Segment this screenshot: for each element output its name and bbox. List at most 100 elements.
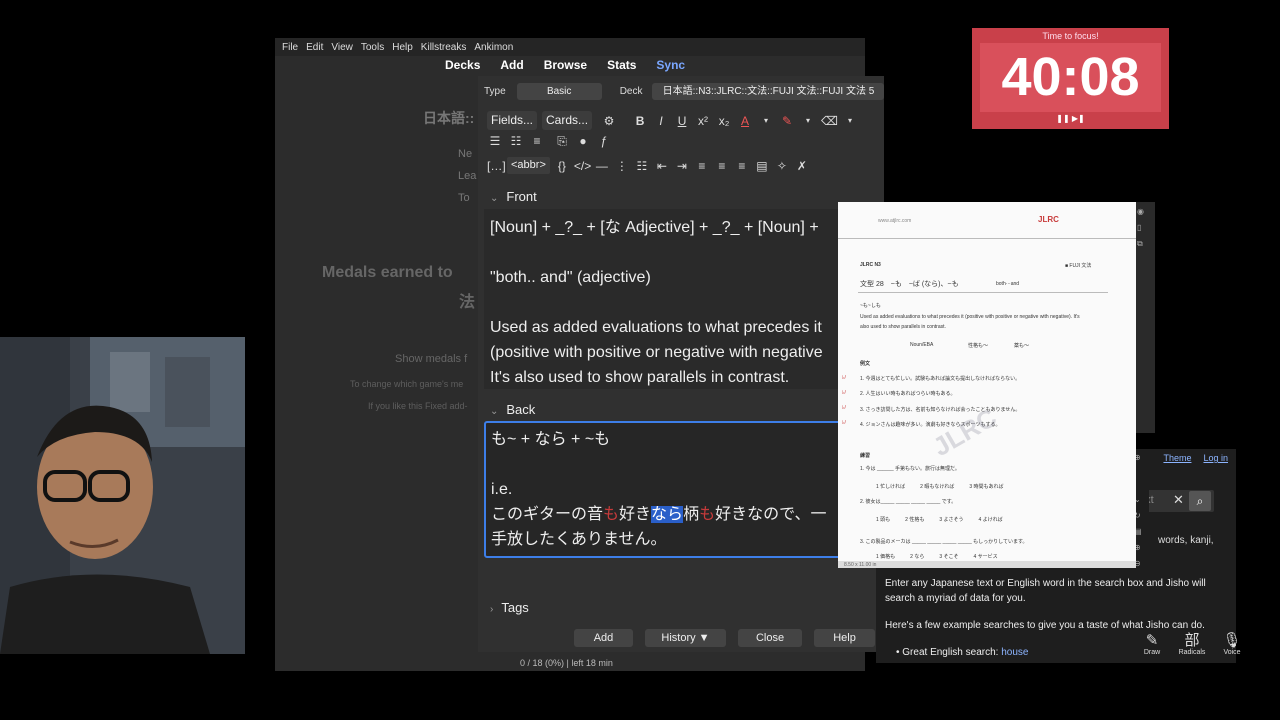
- toolbar-browse[interactable]: Browse: [544, 58, 587, 72]
- magic-icon[interactable]: ✧: [774, 159, 790, 173]
- superscript-icon[interactable]: x²: [695, 114, 711, 128]
- menu-ankimon[interactable]: Ankimon: [474, 42, 513, 53]
- gear-icon[interactable]: ⚙: [601, 114, 617, 128]
- chevron-down-icon[interactable]: ▾: [800, 116, 816, 125]
- pdf-example: 3. さっき訪問した方は、名前も知らなければ会ったこともありません。: [860, 407, 1021, 413]
- indent-icon[interactable]: ⇥: [674, 159, 690, 173]
- search-icon[interactable]: ⌕: [1189, 491, 1211, 511]
- back-field-editor[interactable]: も~ + なら + ~も i.e. このギターの音も好きなら柄も好きなので、一 …: [484, 421, 884, 558]
- voice-button[interactable]: 🎙 Voice: [1218, 632, 1246, 657]
- note-type-button[interactable]: Basic: [516, 83, 602, 100]
- menu-help[interactable]: Help: [392, 42, 413, 53]
- menu-edit[interactable]: Edit: [306, 42, 323, 53]
- chevron-right-icon[interactable]: ›: [490, 604, 493, 615]
- align-center-icon[interactable]: ≡: [694, 159, 710, 173]
- help-button[interactable]: Help: [814, 629, 875, 647]
- cards-button[interactable]: Cards...: [542, 111, 593, 130]
- pdf-annotation: ﾚ/: [842, 390, 846, 396]
- example-link[interactable]: house: [1001, 647, 1028, 658]
- chevron-down-icon[interactable]: ⌄: [490, 193, 498, 204]
- subscript-icon[interactable]: x₂: [716, 114, 732, 128]
- bullet-list-icon[interactable]: ☰: [487, 134, 503, 149]
- align-left-icon[interactable]: ≡: [714, 159, 730, 173]
- bold-icon[interactable]: B: [632, 114, 648, 128]
- menu-view[interactable]: View: [331, 42, 353, 53]
- pdf-annotation: ﾚ/: [842, 405, 846, 411]
- close-button[interactable]: Close: [738, 629, 802, 647]
- chevron-down-icon[interactable]: ⌄: [490, 406, 498, 417]
- sentence-particle: も: [699, 506, 716, 523]
- code-icon[interactable]: </>: [574, 159, 591, 173]
- mic-icon[interactable]: ●: [575, 134, 591, 149]
- pdf-example: 1. 今週はとても忙しい。試験もあれば論文も提出しなければならない。: [860, 376, 1021, 382]
- dialog-buttons: Add History ▼ Close Help: [574, 629, 875, 647]
- radicals-button[interactable]: 部 Radicals: [1178, 633, 1206, 657]
- main-toolbar: Decks Add Browse Stats Sync: [445, 58, 685, 72]
- align-icon[interactable]: ≡: [529, 134, 545, 149]
- menu-tools[interactable]: Tools: [361, 42, 384, 53]
- attach-icon[interactable]: ⎘: [554, 134, 570, 149]
- toolbar-decks[interactable]: Decks: [445, 58, 480, 72]
- settings-icon[interactable]: ◉: [1137, 207, 1144, 216]
- function-icon[interactable]: ƒ: [596, 134, 612, 149]
- selected-text: なら: [651, 506, 684, 523]
- bookmark-icon[interactable]: ▯: [1137, 223, 1141, 232]
- cloze-icon[interactable]: […]: [487, 159, 506, 173]
- pdf-rule: [858, 292, 1108, 293]
- chevron-down-icon[interactable]: ▾: [842, 116, 858, 125]
- outdent-icon[interactable]: ⇤: [654, 159, 670, 173]
- back-field-label[interactable]: ⌄ Back: [490, 402, 535, 417]
- front-field-label[interactable]: ⌄ Front: [490, 189, 537, 204]
- medals-heading-cont: 法: [459, 294, 476, 311]
- add-button[interactable]: Add: [574, 629, 633, 647]
- pdf-divider: [838, 238, 1136, 239]
- pdf-table-cell: Noun/EBA: [910, 342, 934, 348]
- pdf-footer: 8.50 x 11.00 in: [838, 561, 1136, 568]
- text-color-icon[interactable]: A: [737, 114, 753, 128]
- numbered-list-icon[interactable]: ☷: [508, 134, 524, 149]
- stat-label-total: To: [458, 192, 470, 204]
- pdf-practice-options: 1 頭も 2 性格も 3 よさそう 4 よければ: [876, 517, 1003, 523]
- hr-icon[interactable]: —: [594, 159, 610, 173]
- pdf-title-right: both···and: [996, 281, 1020, 287]
- copy-icon[interactable]: ⧉: [1137, 239, 1143, 249]
- menu-killstreaks[interactable]: Killstreaks: [421, 42, 467, 53]
- clear-format-icon[interactable]: ✗: [794, 159, 810, 173]
- pdf-header-left: JLRC N3: [860, 262, 881, 268]
- fields-button[interactable]: Fields...: [487, 111, 538, 130]
- pdf-practice-options: 1 忙しければ 2 暇もなければ 3 時間もあれば: [876, 484, 1004, 490]
- show-medals-text: Show medals f: [395, 353, 468, 365]
- eraser-icon[interactable]: ⌫: [821, 114, 838, 128]
- front-field-editor[interactable]: [Noun] + _?_ + [な Adjective] + _?_ + [No…: [484, 209, 884, 389]
- voice-icon: 🎙: [1222, 632, 1242, 649]
- toolbar-stats[interactable]: Stats: [607, 58, 636, 72]
- timer-title: Time to focus!: [1042, 31, 1099, 41]
- italic-icon[interactable]: I: [653, 114, 669, 128]
- draw-button[interactable]: ✎ Draw: [1138, 633, 1166, 657]
- pdf-viewer[interactable]: www.atjlrc.com JLRC JLRC N3 ■ FUJI 文法 文型…: [838, 202, 1136, 568]
- pdf-annotation: ﾚ/: [842, 375, 846, 381]
- align-right-icon[interactable]: ≡: [734, 159, 750, 173]
- menu-file[interactable]: File: [282, 42, 298, 53]
- close-icon[interactable]: ✕: [1173, 492, 1184, 508]
- deck-button[interactable]: 日本語::N3::JLRC::文法::FUJI 文法::FUJI 文法 5: [652, 83, 885, 100]
- tags-toggle[interactable]: › Tags: [490, 600, 529, 615]
- history-button[interactable]: History ▼: [645, 629, 726, 647]
- highlight-icon[interactable]: ✎: [779, 114, 795, 128]
- ordered-list-icon[interactable]: ☷: [634, 159, 650, 173]
- theme-link[interactable]: Theme: [1163, 453, 1191, 463]
- justify-icon[interactable]: ▤: [754, 159, 770, 173]
- login-link[interactable]: Log in: [1203, 453, 1228, 463]
- toolbar-add[interactable]: Add: [500, 58, 523, 72]
- pdf-table-cell: 性格も～: [968, 343, 989, 349]
- braces-icon[interactable]: {}: [554, 159, 570, 173]
- underline-icon[interactable]: U: [674, 114, 690, 128]
- timer-controls[interactable]: ❚❚ ▶❚: [972, 114, 1169, 123]
- front-line: "both.. and" (adjective): [490, 269, 651, 286]
- abbr-button[interactable]: <abbr>: [507, 157, 550, 174]
- toolbar-sync[interactable]: Sync: [656, 58, 685, 72]
- front-line: (positive with positive or negative with…: [490, 344, 823, 361]
- list-icon[interactable]: ⋮: [614, 159, 630, 173]
- front-line: Used as added evaluations to what preced…: [490, 319, 822, 336]
- chevron-down-icon[interactable]: ▾: [758, 116, 774, 125]
